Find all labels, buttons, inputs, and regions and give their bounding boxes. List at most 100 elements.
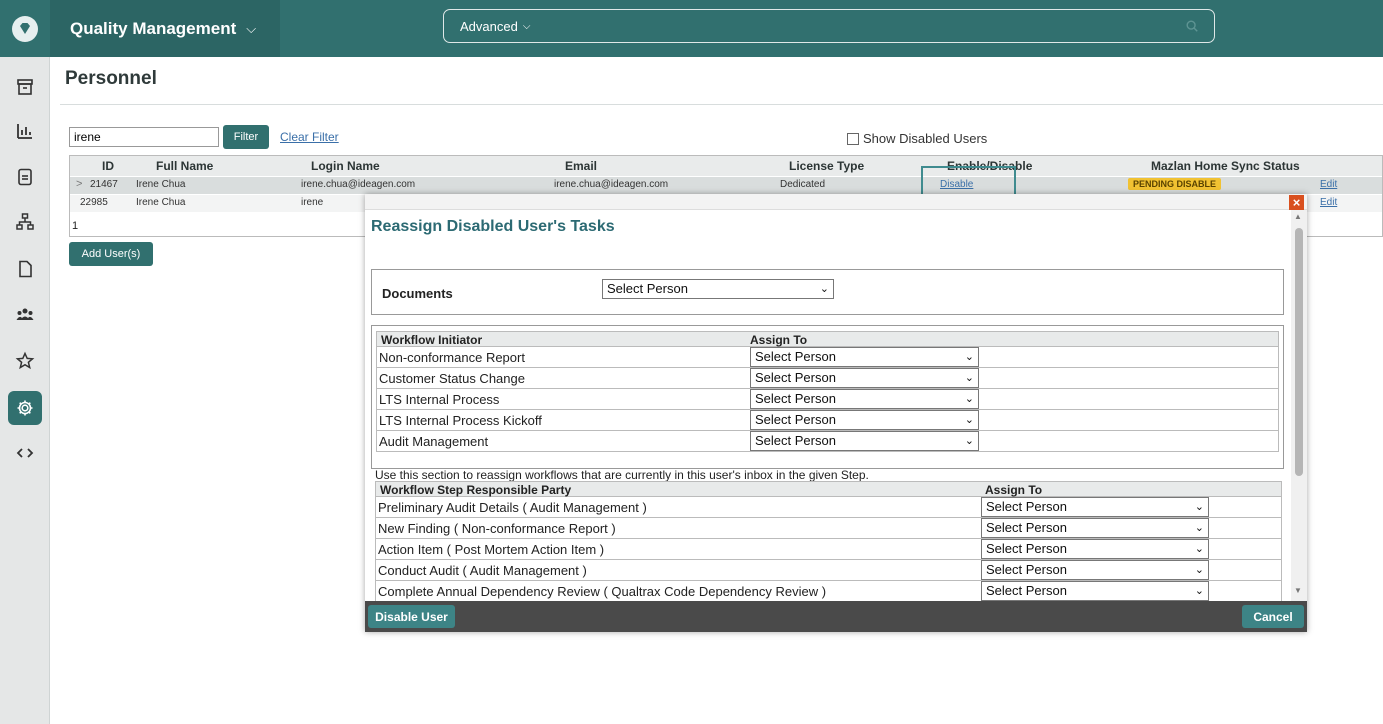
checkbox-box[interactable] [847,132,859,145]
close-icon[interactable]: × [1289,195,1304,210]
table-row: Conduct Audit ( Audit Management ) Selec… [375,560,1282,581]
assign-select[interactable]: Select Person ⌄ [750,368,979,388]
select-value: Select Person [755,412,836,427]
header-workflow-initiator: Workflow Initiator [381,333,483,347]
bar-chart-icon[interactable] [8,114,42,148]
table-row: Customer Status Change Select Person ⌄ [376,368,1279,389]
scrollbar-thumb[interactable] [1295,228,1303,476]
file-icon[interactable] [8,252,42,286]
table-row: Action Item ( Post Mortem Action Item ) … [375,539,1282,560]
top-bar: Quality Management ⌵ Advanced ⌵ [50,0,1383,57]
assign-select[interactable]: Select Person ⌄ [981,581,1209,601]
row-expander[interactable]: > [76,178,82,190]
col-full-name[interactable]: Full Name [156,159,213,173]
assign-select[interactable]: Select Person ⌄ [981,518,1209,538]
app-switcher[interactable]: Quality Management ⌵ [50,0,280,57]
modal-footer: Disable User Cancel [365,601,1307,632]
group-icon[interactable] [8,298,42,332]
global-search: Advanced ⌵ [443,9,1215,43]
cell-id: 21467 [90,179,118,190]
filter-button[interactable]: Filter [223,125,269,149]
archive-icon[interactable] [8,70,42,104]
select-value: Select Person [755,370,836,385]
table-row: Complete Annual Dependency Review ( Qual… [375,581,1282,601]
table-row: Preliminary Audit Details ( Audit Manage… [375,497,1282,518]
chevron-down-icon: ⌄ [964,414,974,426]
documents-section: Documents Select Person ⌄ [371,269,1284,315]
col-login-name[interactable]: Login Name [311,159,380,173]
step-name: Action Item ( Post Mortem Action Item ) [378,542,605,557]
edit-link[interactable]: Edit [1320,197,1337,208]
grid-header: ID Full Name Login Name Email License Ty… [70,156,1382,176]
scroll-down-icon[interactable]: ▼ [1294,586,1302,595]
col-license-type[interactable]: License Type [789,159,864,173]
cell-login: irene [301,197,324,208]
chevron-down-icon: ⌄ [964,393,974,405]
disable-user-button[interactable]: Disable User [368,605,455,628]
assign-select[interactable]: Select Person ⌄ [750,347,979,367]
table-row[interactable]: > 21467 Irene Chua irene.chua@ideagen.co… [70,177,1382,194]
assign-select[interactable]: Select Person ⌄ [981,539,1209,559]
step-name: Preliminary Audit Details ( Audit Manage… [378,500,647,515]
cancel-button[interactable]: Cancel [1242,605,1304,628]
assign-select[interactable]: Select Person ⌄ [750,410,979,430]
settings-gear-icon[interactable] [8,391,42,425]
table-header: Workflow Step Responsible Party Assign T… [375,481,1282,497]
workflow-name: LTS Internal Process [379,392,500,407]
documents-assign-select[interactable]: Select Person ⌄ [602,279,834,299]
modal-scrollbar[interactable]: ▲ ▼ [1291,210,1307,601]
table-row: Audit Management Select Person ⌄ [376,431,1279,452]
workflow-name: Customer Status Change [379,371,525,386]
chevron-down-icon: ⌄ [964,372,974,384]
advanced-search-toggle[interactable]: Advanced ⌵ [454,15,536,37]
step-name: Complete Annual Dependency Review ( Qual… [378,584,827,599]
cell-full-name: Irene Chua [136,197,186,208]
scroll-up-icon[interactable]: ▲ [1294,212,1302,221]
select-value: Select Person [986,499,1067,514]
table-row: New Finding ( Non-conformance Report ) S… [375,518,1282,539]
select-value: Select Person [755,391,836,406]
cell-license: Dedicated [780,179,826,190]
select-value: Select Person [986,562,1067,577]
show-disabled-users-checkbox[interactable]: Show Disabled Users [847,131,987,146]
col-sync-status[interactable]: Mazlan Home Sync Status [1151,159,1300,173]
code-icon[interactable] [8,436,42,470]
cell-email: irene.chua@ideagen.com [554,179,669,190]
assign-select[interactable]: Select Person ⌄ [981,560,1209,580]
table-header: Workflow Initiator Assign To [376,331,1279,347]
diamond-logo-icon [12,15,38,42]
app-logo[interactable] [0,0,50,57]
app-title: Quality Management [70,18,237,38]
clear-filter-link[interactable]: Clear Filter [280,130,339,144]
col-email[interactable]: Email [565,159,597,173]
chevron-down-icon: ⌄ [1194,543,1204,555]
assign-select[interactable]: Select Person ⌄ [750,389,979,409]
workflow-name: LTS Internal Process Kickoff [379,413,542,428]
workflow-initiator-table: Workflow Initiator Assign To Non-conform… [371,325,1284,469]
select-value: Select Person [986,583,1067,598]
search-icon[interactable] [1180,14,1204,38]
cell-login: irene.chua@ideagen.com [301,179,416,190]
pager[interactable]: 1 [72,220,78,232]
col-id[interactable]: ID [102,159,114,173]
document-icon[interactable] [8,160,42,194]
divider [60,104,1383,105]
chevron-down-icon: ⌄ [964,435,974,447]
modal-titlebar: × [365,194,1307,210]
star-icon[interactable] [8,344,42,378]
modal-title: Reassign Disabled User's Tasks [371,218,615,235]
reassign-tasks-modal: × Reassign Disabled User's Tasks Documen… [365,194,1307,632]
assign-select[interactable]: Select Person ⌄ [981,497,1209,517]
header-assign-to: Assign To [985,483,1043,497]
show-disabled-label: Show Disabled Users [863,131,988,146]
add-users-button[interactable]: Add User(s) [69,242,153,266]
chevron-down-icon: ⌄ [819,283,829,295]
org-chart-icon[interactable] [8,205,42,239]
search-input[interactable] [536,10,1180,42]
edit-link[interactable]: Edit [1320,179,1337,190]
filter-input[interactable] [69,127,219,147]
assign-select[interactable]: Select Person ⌄ [750,431,979,451]
status-badge: PENDING DISABLE [1128,178,1222,190]
chevron-down-icon: ⌄ [1194,585,1204,597]
documents-label: Documents [382,286,453,301]
